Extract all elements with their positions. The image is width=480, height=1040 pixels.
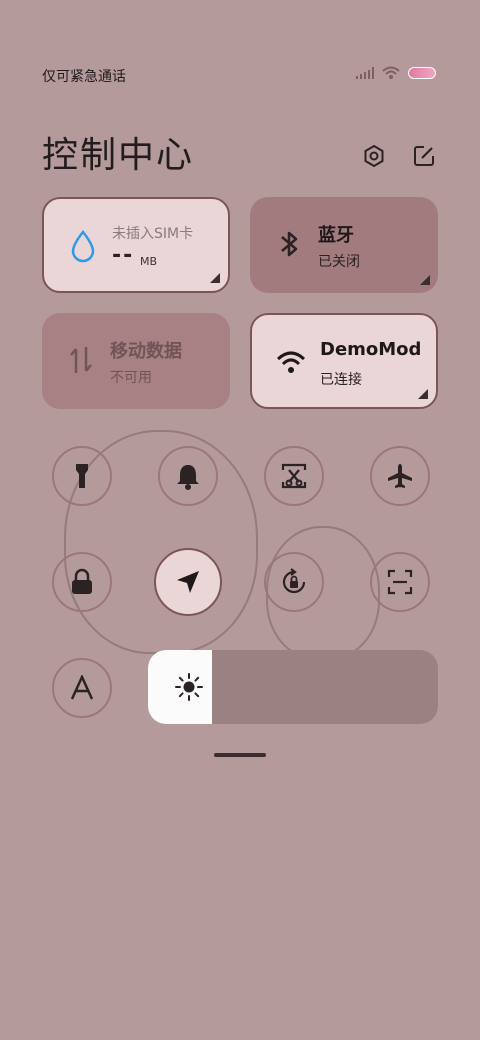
airplane-icon — [388, 464, 412, 488]
mobile-data-title: 移动数据 — [110, 341, 182, 362]
wifi-tile[interactable]: DemoMod 已连接 — [250, 313, 438, 409]
bluetooth-title: 蓝牙 — [318, 225, 354, 246]
settings-icon — [364, 144, 384, 168]
bluetooth-icon — [281, 231, 298, 257]
lock-icon — [72, 568, 92, 594]
silent-toggle[interactable] — [158, 446, 218, 506]
sim-status-text: 未插入SIM卡 — [112, 226, 194, 242]
data-usage-unit: MB — [140, 255, 158, 268]
carrier-status-text: 仅可紧急通话 — [42, 69, 126, 85]
edit-button[interactable] — [410, 142, 438, 170]
bell-icon — [177, 465, 199, 490]
mobile-data-status: 不可用 — [110, 370, 152, 386]
settings-button[interactable] — [360, 142, 388, 170]
edit-icon — [414, 146, 434, 166]
scan-toggle[interactable] — [370, 552, 430, 612]
rotation-lock-toggle[interactable] — [264, 552, 324, 612]
font-size-toggle[interactable] — [52, 658, 112, 718]
data-usage-value: -- — [112, 243, 135, 268]
page-title: 控制中心 — [42, 135, 195, 176]
scan-icon — [387, 569, 413, 595]
airplane-mode-toggle[interactable] — [370, 446, 430, 506]
signal-icon — [356, 67, 374, 79]
mobile-data-tile[interactable]: 移动数据 不可用 — [42, 313, 230, 409]
location-toggle[interactable] — [154, 548, 222, 616]
sun-icon — [175, 673, 203, 701]
data-arrows-icon — [70, 347, 92, 373]
wifi-icon — [276, 351, 306, 373]
expand-corner-icon — [210, 273, 220, 283]
expand-corner-icon — [420, 275, 430, 285]
flashlight-icon — [76, 464, 88, 488]
home-indicator[interactable] — [214, 753, 266, 757]
battery-icon — [408, 67, 436, 79]
lock-screen-toggle[interactable] — [52, 552, 112, 612]
brightness-slider[interactable] — [148, 650, 438, 724]
data-usage-tile[interactable]: 未插入SIM卡 -- MB — [42, 197, 230, 293]
wifi-network-name: DemoMod — [320, 339, 422, 360]
flashlight-toggle[interactable] — [52, 446, 112, 506]
screenshot-toggle[interactable] — [264, 446, 324, 506]
bluetooth-tile[interactable]: 蓝牙 已关闭 — [250, 197, 438, 293]
bluetooth-status: 已关闭 — [318, 254, 360, 270]
wifi-status: 已连接 — [320, 372, 362, 388]
font-icon — [70, 675, 94, 700]
water-drop-icon — [71, 230, 95, 263]
wifi-status-icon — [382, 66, 400, 79]
screenshot-icon — [281, 463, 307, 489]
status-icons — [356, 66, 436, 80]
expand-corner-icon — [418, 389, 428, 399]
rotation-lock-icon — [282, 568, 306, 594]
header-actions — [360, 142, 438, 170]
location-arrow-icon — [177, 571, 199, 593]
